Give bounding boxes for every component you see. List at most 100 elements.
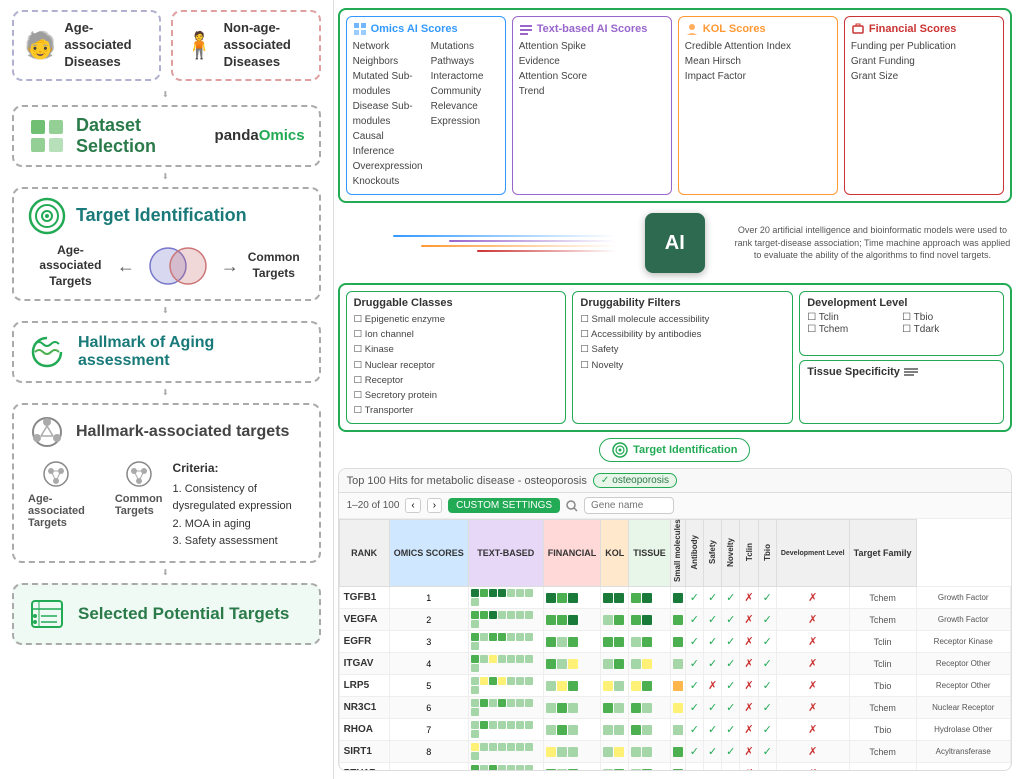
omics-item-8: Interactome Community xyxy=(431,69,499,99)
dev-level-cell: Tchem xyxy=(849,587,916,609)
target-id-header: Target Identification xyxy=(28,197,305,235)
results-table-wrapper: RANK OMICS SCORES TEXT-BASED FINANCIAL K… xyxy=(339,519,1011,770)
assoc-age-label: Age-associated Targets xyxy=(28,493,85,529)
text-score-cell xyxy=(543,697,601,719)
hallmark-label: Hallmark of Aging assessment xyxy=(78,334,305,370)
antibody-cell: ✓ xyxy=(703,631,721,653)
dev-level-cell: Tchem xyxy=(849,697,916,719)
results-title: Top 100 Hits for metabolic disease - ost… xyxy=(347,475,587,487)
omics-score-cell xyxy=(468,631,543,653)
safety-cell: ✓ xyxy=(722,653,740,675)
kol-score-cell xyxy=(629,631,671,653)
text-item-3: Trend xyxy=(519,84,665,99)
text-score-cell xyxy=(543,675,601,697)
gene-search-input[interactable] xyxy=(584,497,674,514)
kol-score-cell xyxy=(629,741,671,763)
safety-cell: ✓ xyxy=(722,675,740,697)
panda-accent: Omics xyxy=(259,127,305,144)
financial-score-box: Financial Scores Funding per Publication… xyxy=(844,16,1004,195)
omics-list: Network Neighbors Mutated Sub-modules Di… xyxy=(353,39,499,189)
small-mol-cell: ✓ xyxy=(685,675,703,697)
gene-name-cell: NR3C1 xyxy=(339,697,389,719)
financial-score-cell xyxy=(601,697,629,719)
text-item-0: Attention Spike xyxy=(519,39,665,54)
selected-label: Selected Potential Targets xyxy=(78,604,289,624)
connector-2: ⬇ xyxy=(12,173,321,181)
next-page-btn[interactable]: › xyxy=(427,498,442,513)
custom-settings-btn[interactable]: CUSTOM SETTINGS xyxy=(448,498,560,513)
disease-tag: ✓ osteoporosis xyxy=(593,473,677,488)
omics-score-box: Omics AI Scores Network Neighbors Mutate… xyxy=(346,16,506,195)
omics-item-5: Knockouts xyxy=(353,174,423,189)
hallmark-icon xyxy=(28,333,66,371)
hallmark-assoc-icon xyxy=(28,413,66,451)
connector-1: ⬇ xyxy=(12,91,321,99)
kol-score-box: KOL Scores Credible Attention Index Mean… xyxy=(678,16,838,195)
omics-item-6: Mutations xyxy=(431,39,499,54)
tissue-score-cell xyxy=(670,653,685,675)
druggability-row: Druggable Classes ☐ Epigenetic enzyme ☐ … xyxy=(338,283,1012,432)
tissue-score-cell xyxy=(670,675,685,697)
dev-level-cell: Tbio xyxy=(849,675,916,697)
gene-name-cell: RHOA xyxy=(339,719,389,741)
ai-chip: AI xyxy=(645,213,705,273)
financial-item-1: Grant Funding xyxy=(851,54,997,69)
connector-3: ⬇ xyxy=(12,307,321,315)
dev-level-cell: Tchem xyxy=(849,763,916,770)
assoc-common-item: Common Targets xyxy=(115,459,163,529)
common-target-label: Common Targets xyxy=(243,250,305,281)
antibody-cell: ✓ xyxy=(703,719,721,741)
druggable-classes-list: ☐ Epigenetic enzyme ☐ Ion channel ☐ Kina… xyxy=(354,312,559,418)
druggable-classes-box: Druggable Classes ☐ Epigenetic enzyme ☐ … xyxy=(346,291,567,424)
col-safety: Safety xyxy=(703,520,721,587)
col-financial: FINANCIAL xyxy=(543,520,601,587)
omics-score-cell xyxy=(468,719,543,741)
omics-item-3: Causal Inference xyxy=(353,129,423,159)
omics-score-cell xyxy=(468,587,543,609)
connector-5: ⬇ xyxy=(12,569,321,577)
novelty-cell: ✗ xyxy=(740,741,758,763)
tissue-title: Tissue Specificity xyxy=(807,366,996,378)
gene-name-cell: ITGAV xyxy=(339,653,389,675)
col-tissue: TISSUE xyxy=(629,520,671,587)
kol-score-cell xyxy=(629,609,671,631)
tbio-cell: ✗ xyxy=(776,719,849,741)
hallmark-assoc-label: Hallmark-associated targets xyxy=(76,423,289,441)
safety-cell: ✓ xyxy=(722,719,740,741)
assoc-age-item: Age-associated Targets xyxy=(28,459,85,529)
tclin-cell: ✓ xyxy=(758,675,776,697)
kol-score-cell xyxy=(629,719,671,741)
kol-score-cell xyxy=(629,587,671,609)
small-mol-cell: ✓ xyxy=(685,609,703,631)
financial-score-title: Financial Scores xyxy=(851,22,997,36)
kol-score-cell xyxy=(629,697,671,719)
rank-cell: 1 xyxy=(389,587,468,609)
age-target-label: Age-associated Targets xyxy=(28,243,113,290)
safety-cell: ✓ xyxy=(722,763,740,770)
financial-score-cell xyxy=(601,763,629,770)
gene-name-cell: VEGFA xyxy=(339,609,389,631)
table-row: PTH1R9 ✓ xyxy=(339,763,1010,770)
tbio-cell: ✗ xyxy=(776,763,849,770)
page-info: 1–20 of 100 xyxy=(347,500,400,511)
results-header: Top 100 Hits for metabolic disease - ost… xyxy=(339,469,1011,493)
small-mol-cell: ✓ xyxy=(685,653,703,675)
tclin-cell: ✓ xyxy=(758,653,776,675)
text-item-2: Attention Score xyxy=(519,69,665,84)
tissue-score-cell xyxy=(670,719,685,741)
connector-4: ⬇ xyxy=(12,389,321,397)
target-family-cell: Growth Factor xyxy=(916,609,1011,631)
criteria-item-1: 1. Consistency of dysregulated expressio… xyxy=(173,481,305,516)
age-disease-box: 🧓 Age-associated Diseases xyxy=(12,10,161,81)
target-family-cell: Receptor Other xyxy=(916,675,1011,697)
dev-level-cell: Tclin xyxy=(849,653,916,675)
kol-item-2: Impact Factor xyxy=(685,69,831,84)
table-row: RHOA7 ✓ xyxy=(339,719,1010,741)
results-section: Top 100 Hits for metabolic disease - ost… xyxy=(338,468,1012,771)
novelty-cell: ✗ xyxy=(740,653,758,675)
small-mol-cell: ✓ xyxy=(685,587,703,609)
tbio-cell: ✗ xyxy=(776,675,849,697)
results-table: RANK OMICS SCORES TEXT-BASED FINANCIAL K… xyxy=(339,519,1011,770)
prev-page-btn[interactable]: ‹ xyxy=(405,498,420,513)
panda-logo: pandaOmics xyxy=(215,127,305,144)
